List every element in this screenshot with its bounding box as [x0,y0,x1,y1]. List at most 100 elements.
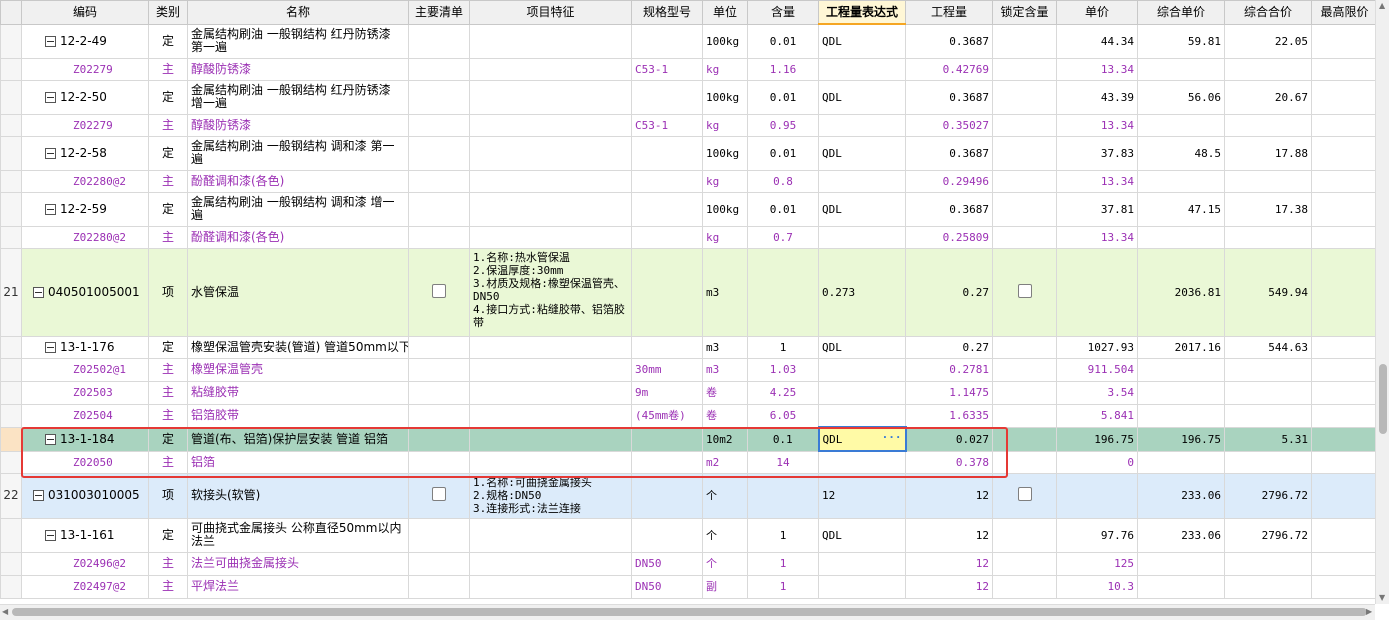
name-cell[interactable]: 可曲挠式金属接头 公称直径50mm以内 法兰 [187,517,409,553]
unit-cell[interactable]: 100kg [702,135,748,171]
name-cell[interactable]: 水管保温 [187,247,409,337]
qty-expr-cell[interactable]: QDL [818,517,906,553]
qty-cell[interactable]: 12 [905,574,993,599]
unit-cell[interactable]: 10m2 [702,426,748,452]
col-header-spec[interactable]: 规格型号 [631,0,703,25]
comp-price-cell[interactable] [1137,403,1225,428]
qty-expr-cell[interactable]: QDL [818,335,906,359]
type-cell[interactable]: 定 [148,79,188,115]
type-cell[interactable]: 定 [148,135,188,171]
name-cell[interactable]: 平焊法兰 [187,574,409,599]
qty-expr-cell[interactable]: QDL [818,23,906,59]
spec-cell[interactable] [631,191,703,227]
main-list-cell[interactable] [408,79,470,115]
qty-expr-cell[interactable] [818,403,906,428]
code-cell[interactable]: 13-1-161 [21,517,149,553]
scroll-up-arrow-icon[interactable]: ▲ [1379,2,1385,10]
main-list-cell[interactable] [408,426,470,452]
content-cell[interactable]: 0.8 [747,169,819,193]
content-cell[interactable]: 4.25 [747,380,819,405]
table-row[interactable]: 12-2-50 定 金属结构刷油 一般钢结构 红丹防锈漆 增一遍 100kg 0… [0,79,1375,115]
unit-cell[interactable]: 100kg [702,191,748,227]
feature-cell[interactable] [469,23,632,59]
max-price-cell[interactable] [1311,426,1375,452]
code-cell[interactable]: 040501005001 [21,247,149,337]
feature-cell[interactable] [469,551,632,576]
qty-cell[interactable]: 12 [905,472,993,519]
lock-content-cell[interactable] [992,357,1057,382]
col-header-unit[interactable]: 单位 [702,0,748,25]
name-cell[interactable]: 醇酸防锈漆 [187,57,409,81]
comp-total-cell[interactable]: 20.67 [1224,79,1312,115]
table-row[interactable]: 13-1-161 定 可曲挠式金属接头 公称直径50mm以内 法兰 个 1 QD… [0,517,1375,553]
max-price-cell[interactable] [1311,357,1375,382]
col-header-feature[interactable]: 项目特征 [469,0,632,25]
content-cell[interactable]: 0.95 [747,113,819,137]
lock-content-cell[interactable] [992,335,1057,359]
code-cell[interactable]: Z02050 [21,450,149,474]
type-cell[interactable]: 定 [148,23,188,59]
code-cell[interactable]: Z02279 [21,113,149,137]
spec-cell[interactable] [631,472,703,519]
unit-cell[interactable]: 卷 [702,380,748,405]
comp-price-cell[interactable] [1137,551,1225,576]
main-list-cell[interactable] [408,517,470,553]
main-list-cell[interactable] [408,450,470,474]
lock-content-cell[interactable] [992,113,1057,137]
code-cell[interactable]: 12-2-59 [21,191,149,227]
qty-cell[interactable]: 0.3687 [905,135,993,171]
price-cell[interactable]: 13.34 [1056,113,1138,137]
price-cell[interactable]: 13.34 [1056,225,1138,249]
comp-total-cell[interactable] [1224,403,1312,428]
qty-expr-cell[interactable] [818,57,906,81]
feature-cell[interactable] [469,135,632,171]
qty-expr-cell[interactable] [818,169,906,193]
name-cell[interactable]: 法兰可曲挠金属接头 [187,551,409,576]
lock-content-cell[interactable] [992,574,1057,599]
content-cell[interactable]: 1 [747,517,819,553]
lock-content-cell[interactable] [992,247,1057,337]
qty-expr-cell[interactable]: QDL [818,135,906,171]
qty-cell[interactable]: 0.3687 [905,191,993,227]
table-row[interactable]: 13-1-176 定 橡塑保温管壳安装(管道) 管道50mm以下 m3 1 QD… [0,335,1375,359]
feature-cell[interactable] [469,403,632,428]
max-price-cell[interactable] [1311,191,1375,227]
comp-price-cell[interactable] [1137,357,1225,382]
unit-cell[interactable]: 个 [702,551,748,576]
comp-total-cell[interactable] [1224,574,1312,599]
price-cell[interactable]: 13.34 [1056,169,1138,193]
qty-cell[interactable]: 0.42769 [905,57,993,81]
collapse-minus-icon[interactable] [45,203,56,215]
comp-total-cell[interactable] [1224,225,1312,249]
main-list-cell[interactable] [408,472,470,519]
comp-price-cell[interactable] [1137,57,1225,81]
max-price-cell[interactable] [1311,135,1375,171]
comp-total-cell[interactable] [1224,380,1312,405]
qty-cell[interactable]: 0.29496 [905,169,993,193]
unit-cell[interactable]: m3 [702,247,748,337]
price-cell[interactable]: 3.54 [1056,380,1138,405]
qty-expr-cell[interactable] [818,551,906,576]
col-header-name[interactable]: 名称 [187,0,409,25]
name-cell[interactable]: 酚醛调和漆(各色) [187,225,409,249]
spec-cell[interactable]: C53-1 [631,113,703,137]
spec-cell[interactable]: DN50 [631,574,703,599]
content-cell[interactable]: 6.05 [747,403,819,428]
unit-cell[interactable]: 个 [702,472,748,519]
content-cell[interactable]: 1.16 [747,57,819,81]
content-cell[interactable]: 1 [747,574,819,599]
collapse-minus-icon[interactable] [45,529,56,541]
max-price-cell[interactable] [1311,247,1375,337]
qty-expr-cell[interactable] [818,357,906,382]
qty-expr-cell[interactable]: QDL [818,79,906,115]
comp-price-cell[interactable]: 2036.81 [1137,247,1225,337]
max-price-cell[interactable] [1311,551,1375,576]
type-cell[interactable]: 主 [148,169,188,193]
qty-cell[interactable]: 1.6335 [905,403,993,428]
comp-price-cell[interactable]: 2017.16 [1137,335,1225,359]
max-price-cell[interactable] [1311,517,1375,553]
feature-cell[interactable]: 1.名称:可曲挠金属接头 2.规格:DN50 3.连接形式:法兰连接 [469,472,632,519]
code-cell[interactable]: Z02279 [21,57,149,81]
qty-cell[interactable]: 0.25809 [905,225,993,249]
price-cell[interactable]: 10.3 [1056,574,1138,599]
